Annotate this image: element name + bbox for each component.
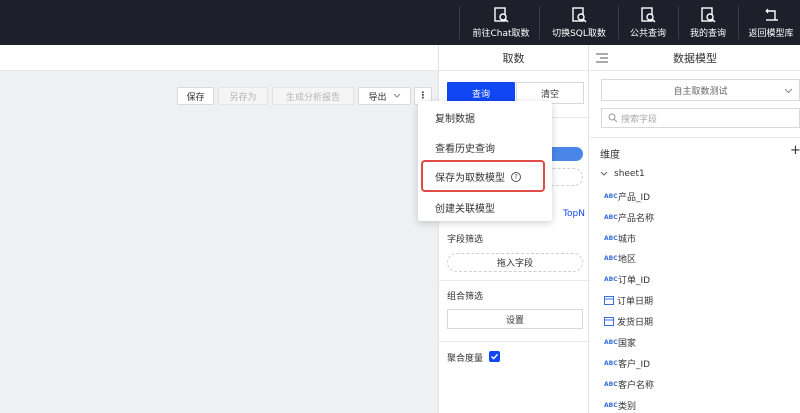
field-name: 产品_ID (618, 192, 651, 203)
data-model-panel: 数据模型 自主取数测试 搜索字段 维度 + sheet1 ABC 产品_ID AB… (590, 45, 800, 413)
nav-label: 返回模型库 (748, 28, 794, 39)
nav-divider (539, 6, 540, 39)
drag-field-zone[interactable]: 拖入字段 (447, 253, 583, 272)
menu-item-create-relation-model[interactable]: 创建关联模型 (435, 200, 495, 215)
text-type-icon: ABC (604, 254, 618, 262)
nav-label: 前往Chat取数 (472, 28, 530, 39)
field-item[interactable]: ABC 订单_ID (604, 272, 650, 286)
field-name: 客户名称 (618, 380, 655, 391)
topn-link[interactable]: TopN (563, 209, 585, 219)
field-item[interactable]: ABC 客户_ID (604, 356, 650, 370)
sheet-group[interactable]: sheet1 (600, 169, 645, 179)
text-type-icon: ABC (604, 338, 618, 346)
aggregate-label: 聚合度量 (447, 354, 484, 364)
collapse-panel-icon[interactable] (596, 53, 608, 63)
generate-report-button[interactable]: 生成分析报告 (272, 87, 354, 105)
query-panel-title: 取数 (439, 45, 588, 71)
field-item[interactable]: 订单日期 (604, 293, 653, 307)
data-model-header: 数据模型 (590, 45, 800, 71)
field-name: 类别 (618, 401, 637, 412)
text-type-icon: ABC (604, 401, 618, 409)
settings-button[interactable]: 设置 (447, 309, 583, 329)
highlight-box (421, 160, 545, 192)
menu-item-copy-data[interactable]: 复制数据 (435, 110, 475, 125)
sheet-name: sheet1 (614, 169, 645, 179)
sql-query-icon (572, 6, 587, 22)
field-item[interactable]: ABC 产品_ID (604, 189, 650, 203)
field-name: 产品名称 (618, 213, 655, 224)
search-icon (608, 113, 618, 123)
nav-label: 切换SQL取数 (552, 28, 606, 39)
text-type-icon: ABC (604, 275, 618, 283)
field-item[interactable]: ABC 国家 (604, 335, 636, 349)
return-icon (765, 8, 778, 21)
field-item[interactable]: ABC 地区 (604, 251, 636, 265)
public-query-icon (641, 6, 656, 22)
top-nav-bar: 前往Chat取数 切换SQL取数 公共查询 我的查询 返回模型库 (0, 0, 800, 45)
save-as-button[interactable]: 另存为 (218, 87, 268, 105)
result-canvas: 保存 另存为 生成分析报告 导出 ⋮ (0, 71, 438, 413)
field-name: 地区 (618, 254, 637, 265)
nav-divider (618, 6, 619, 39)
chat-query-icon (494, 6, 509, 22)
search-placeholder: 搜索字段 (621, 114, 658, 125)
divider (590, 137, 800, 138)
my-query-icon (701, 6, 716, 22)
model-select[interactable]: 自主取数测试 (601, 79, 800, 101)
model-select-value: 自主取数测试 (673, 86, 728, 97)
nav-divider (678, 6, 679, 39)
field-item[interactable]: ABC 城市 (604, 231, 636, 245)
nav-divider (459, 6, 460, 39)
checkmark-icon (491, 353, 499, 360)
goto-chat-query-button[interactable]: 前往Chat取数 (464, 0, 538, 45)
field-item[interactable]: ABC 客户名称 (604, 377, 654, 391)
field-item[interactable]: 发货日期 (604, 314, 653, 328)
text-type-icon: ABC (604, 234, 618, 242)
field-name: 客户_ID (618, 359, 651, 370)
chevron-down-icon (784, 88, 793, 94)
field-name: 订单_ID (618, 275, 651, 286)
data-model-title: 数据模型 (673, 51, 717, 65)
aggregate-checkbox[interactable] (489, 351, 500, 362)
return-model-library-button[interactable]: 返回模型库 (742, 0, 800, 45)
dimension-label: 维度 (600, 150, 620, 161)
switch-sql-query-button[interactable]: 切换SQL取数 (542, 0, 616, 45)
save-button[interactable]: 保存 (177, 87, 214, 105)
field-item[interactable]: ABC 类别 (604, 398, 636, 412)
divider (439, 280, 590, 281)
divider (439, 341, 590, 342)
canvas-header (0, 45, 438, 71)
date-type-icon (604, 296, 614, 305)
chevron-down-icon (600, 171, 608, 176)
field-search-input[interactable]: 搜索字段 (601, 108, 800, 128)
nav-divider (738, 6, 739, 39)
field-name: 城市 (618, 234, 637, 245)
add-dimension-icon[interactable]: + (790, 143, 800, 158)
public-query-button[interactable]: 公共查询 (620, 0, 676, 45)
text-type-icon: ABC (604, 359, 618, 367)
nav-label: 公共查询 (629, 28, 666, 39)
field-name: 国家 (618, 338, 637, 349)
combo-filter-label: 组合筛选 (447, 292, 484, 302)
export-label: 导出 (368, 92, 387, 103)
field-name: 发货日期 (617, 317, 654, 328)
my-query-button[interactable]: 我的查询 (680, 0, 736, 45)
chevron-down-icon (393, 93, 400, 98)
field-item[interactable]: ABC 产品名称 (604, 210, 654, 224)
text-type-icon: ABC (604, 213, 618, 221)
export-dropdown[interactable]: 导出 (358, 87, 411, 105)
date-type-icon (604, 317, 614, 326)
text-type-icon: ABC (604, 380, 618, 388)
field-filter-label: 字段筛选 (447, 235, 484, 245)
menu-item-history[interactable]: 查看历史查询 (435, 140, 495, 155)
text-type-icon: ABC (604, 192, 618, 200)
nav-label: 我的查询 (689, 28, 726, 39)
field-name: 订单日期 (617, 296, 654, 307)
